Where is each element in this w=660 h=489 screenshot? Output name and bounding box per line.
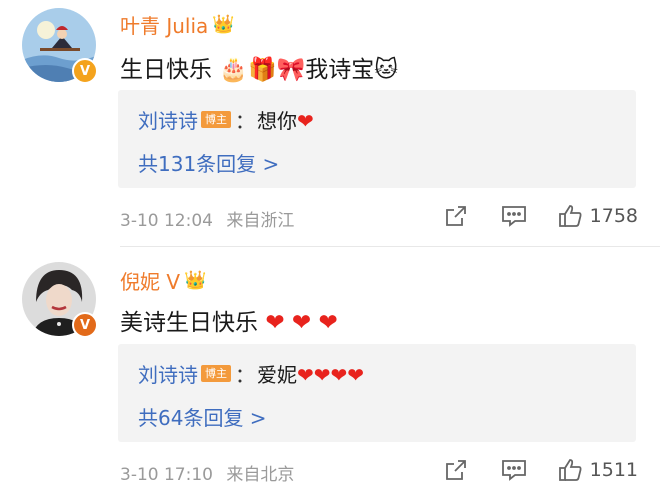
commenter-name[interactable]: 倪妮 V 👑 (120, 266, 206, 295)
avatar[interactable]: V (22, 8, 98, 84)
commenter-name-text[interactable]: 叶青 Julia (120, 10, 208, 39)
comment-text: 生日快乐 🎂🎁🎀我诗宝🐱 (120, 57, 399, 83)
reply-line: 刘诗诗 博主 ： 爱妮❤❤❤❤ (138, 359, 364, 388)
like-count: 1511 (589, 459, 638, 481)
crown-icon: 👑 (184, 270, 207, 291)
comment-meta: 3-10 12:04 来自浙江 (120, 206, 294, 231)
comment-item: V 叶青 Julia 👑 生日快乐 🎂🎁🎀我诗宝🐱 刘诗诗 博主 ： 想你❤ 共… (0, 0, 660, 245)
commenter-name-text[interactable]: 倪妮 V (120, 266, 180, 295)
reply-line: 刘诗诗 博主 ： 想你❤ (138, 105, 314, 134)
reply-colon: ： (235, 109, 255, 133)
share-icon[interactable] (442, 456, 470, 484)
comment-actions: 1511 (442, 456, 638, 484)
view-replies-link[interactable]: 共64条回复 > (138, 402, 267, 431)
comment-time: 3-10 17:10 (120, 465, 213, 485)
view-replies-link[interactable]: 共131条回复 > (138, 148, 279, 177)
like-icon[interactable] (556, 456, 584, 484)
comment-actions: 1758 (442, 202, 638, 230)
reply-box[interactable]: 刘诗诗 博主 ： 想你❤ 共131条回复 > (118, 90, 636, 188)
heart-icon: ❤ (291, 310, 312, 336)
replier-name[interactable]: 刘诗诗 (138, 359, 198, 388)
heart-icon: ❤ (330, 363, 348, 387)
like-count: 1758 (589, 205, 638, 227)
comment-meta: 3-10 17:10 来自北京 (120, 460, 294, 485)
author-tag: 博主 (201, 365, 231, 382)
crown-icon: 👑 (212, 14, 235, 35)
reply-text: 想你❤ (257, 109, 314, 133)
comment-location: 来自浙江 (226, 211, 295, 231)
comment-item: V 倪妮 V 👑 美诗生日快乐 ❤ ❤ ❤ 刘诗诗 博主 ： 爱妮❤❤❤❤ 共6… (0, 252, 660, 489)
verified-badge-icon: V (72, 58, 98, 84)
heart-icon: ❤ (297, 363, 314, 387)
comment-location: 来自北京 (226, 465, 295, 485)
divider (120, 246, 660, 247)
heart-icon: ❤ (318, 310, 338, 336)
commenter-name[interactable]: 叶青 Julia 👑 (120, 10, 235, 39)
like-icon[interactable] (556, 202, 584, 230)
replier-name[interactable]: 刘诗诗 (138, 105, 198, 134)
comment-time: 3-10 12:04 (120, 211, 213, 231)
reply-box[interactable]: 刘诗诗 博主 ： 爱妮❤❤❤❤ 共64条回复 > (118, 344, 636, 442)
reply-colon: ： (235, 363, 255, 387)
comment-icon[interactable] (500, 456, 528, 484)
heart-icon: ❤ (313, 363, 331, 387)
heart-icon: ❤ (297, 109, 314, 133)
verified-badge-icon: V (72, 312, 98, 338)
comment-text: 美诗生日快乐 ❤ ❤ ❤ (120, 310, 338, 336)
author-tag: 博主 (201, 111, 231, 128)
share-icon[interactable] (442, 202, 470, 230)
heart-icon: ❤ (265, 310, 285, 336)
reply-text: 爱妮❤❤❤❤ (257, 363, 365, 387)
heart-icon: ❤ (347, 363, 365, 387)
avatar[interactable]: V (22, 262, 98, 338)
comment-icon[interactable] (500, 202, 528, 230)
